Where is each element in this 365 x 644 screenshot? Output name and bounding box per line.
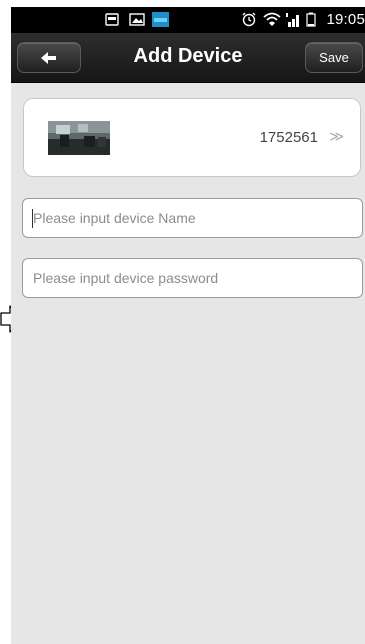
image-icon: [129, 13, 145, 26]
signal-icon: [286, 13, 299, 27]
app-icon: [152, 12, 169, 27]
save-button[interactable]: Save: [305, 42, 363, 73]
battery-icon: [306, 12, 316, 27]
device-id: 1752561: [259, 129, 318, 146]
text-cursor: [32, 209, 33, 228]
app-header: Add Device Save: [11, 33, 365, 83]
mail-icon: [105, 13, 119, 26]
phone-screen: 19:05 Add Device Save 1752561 ≫: [11, 7, 365, 644]
chevron-right-icon: ≫: [329, 128, 344, 144]
status-bar: 19:05: [11, 7, 365, 33]
alarm-icon: [242, 12, 256, 27]
device-name-input[interactable]: [22, 198, 363, 238]
device-card[interactable]: 1752561 ≫: [23, 98, 361, 177]
device-thumbnail: [48, 121, 110, 155]
wifi-icon: [263, 12, 281, 26]
device-password-input[interactable]: [22, 258, 363, 298]
status-time: 19:05: [326, 11, 365, 28]
